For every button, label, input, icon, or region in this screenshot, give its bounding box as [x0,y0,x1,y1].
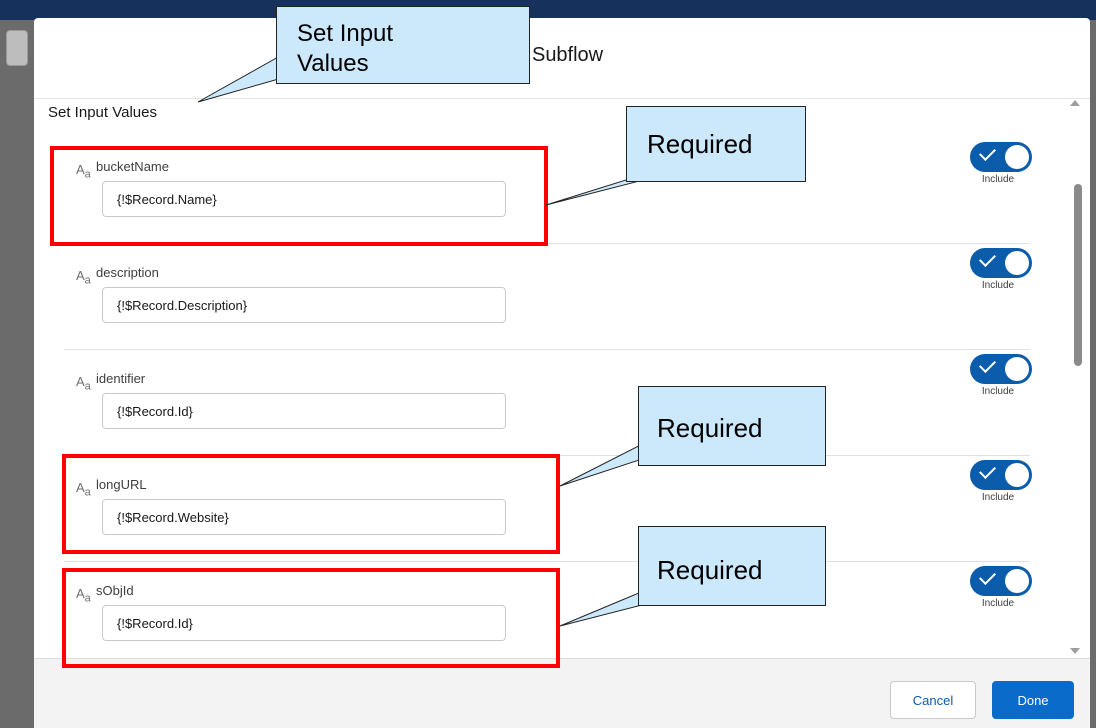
callout-text: Required [647,129,753,159]
callout-required: Required [638,526,826,606]
callout-text-line2: Values [297,50,369,77]
callout-tails [197,55,702,627]
callout-text: Required [657,413,763,443]
callout-text-line1: Set Input [297,20,394,47]
callout-required: Required [626,106,806,182]
callout-required: Required [638,386,826,466]
callout-text: Required [657,555,763,585]
callout-set-input-values: Set Input Values [276,6,530,84]
